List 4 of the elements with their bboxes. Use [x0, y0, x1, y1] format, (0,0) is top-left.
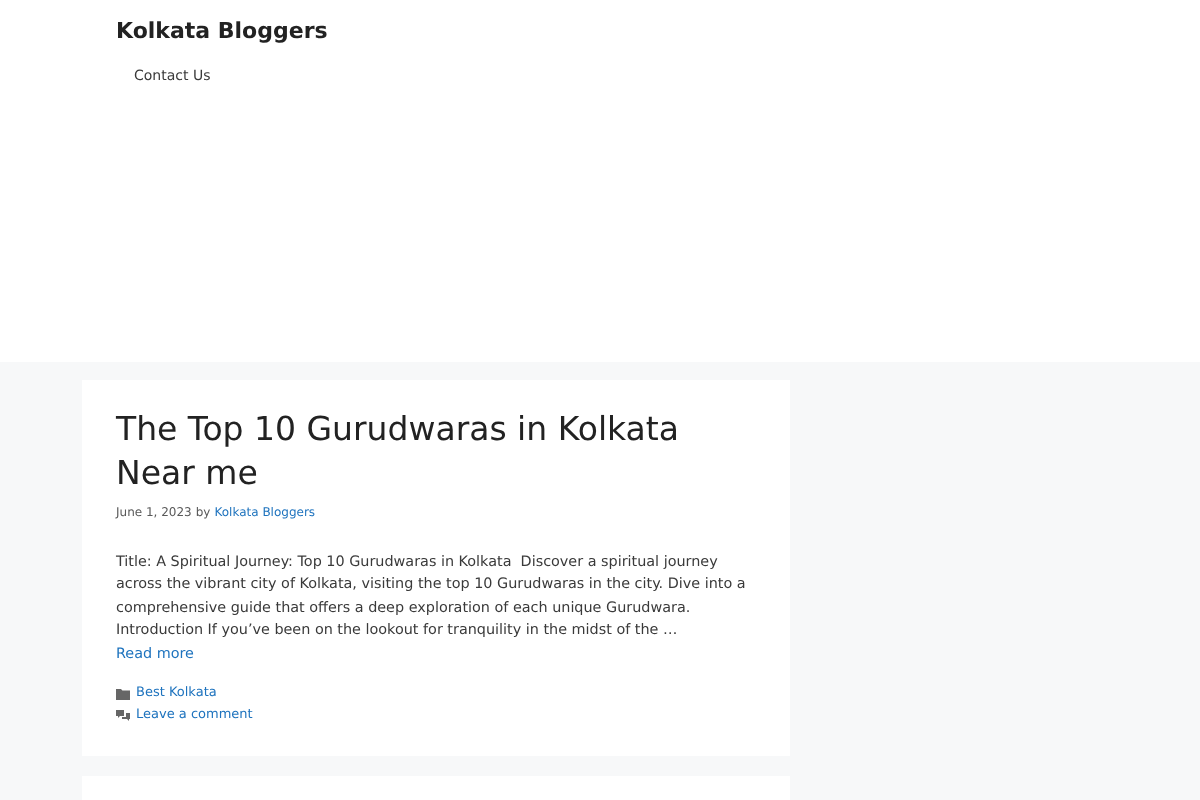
post-title[interactable]: The Top 10 Gurudwaras in Kolkata Near me — [116, 408, 756, 496]
site-title[interactable]: Kolkata Bloggers — [116, 16, 328, 49]
comments-icon — [116, 709, 130, 722]
folder-icon — [116, 687, 130, 700]
